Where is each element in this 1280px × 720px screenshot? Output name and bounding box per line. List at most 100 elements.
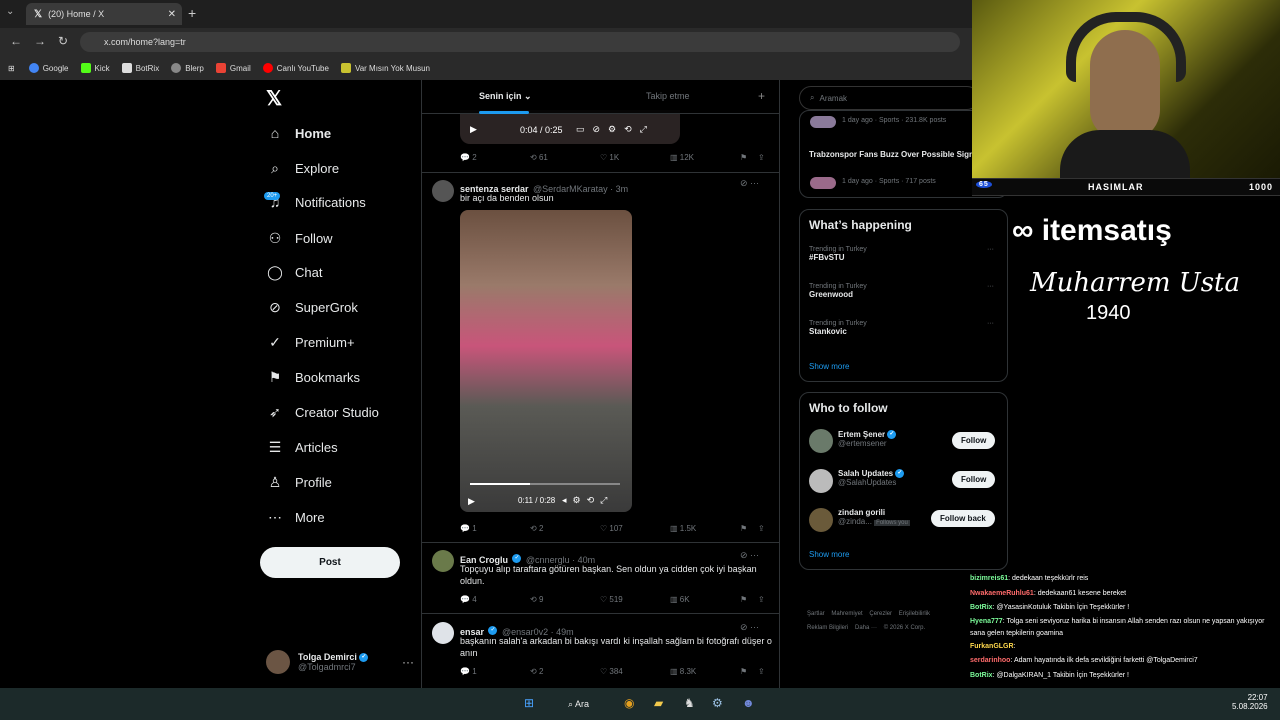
- more-dots-icon[interactable]: ···: [987, 283, 994, 290]
- share-icon[interactable]: ⇪: [758, 153, 765, 162]
- like-button[interactable]: ♡ 1K: [600, 153, 670, 162]
- add-tab-icon[interactable]: +: [758, 89, 765, 103]
- bookmark-icon[interactable]: ⚑: [740, 667, 758, 676]
- views-button[interactable]: ▥ 1.5K: [670, 524, 740, 533]
- tab-for-you[interactable]: Senin için ⌄: [479, 91, 532, 102]
- app-icon[interactable]: ♞: [684, 696, 695, 710]
- search-input[interactable]: ⌕ Aramak: [799, 86, 979, 110]
- nav-chat[interactable]: ◯ Chat: [266, 262, 322, 282]
- x-logo-icon[interactable]: 𝕏: [266, 86, 282, 111]
- bookmark-vmym[interactable]: Var Mısın Yok Musun: [340, 63, 430, 73]
- tab-menu-icon[interactable]: ⌄: [6, 6, 14, 17]
- nav-profile[interactable]: ♙ Profile: [266, 472, 332, 492]
- reply-button[interactable]: 💬 1: [460, 524, 530, 533]
- bookmark-kick[interactable]: Kick: [80, 63, 110, 73]
- grok-icon[interactable]: ⊘ ···: [740, 550, 759, 561]
- reply-button[interactable]: 💬 4: [460, 595, 530, 604]
- nav-home[interactable]: ⌂ Home: [266, 123, 331, 143]
- nav-bookmarks[interactable]: ⚑ Bookmarks: [266, 367, 360, 387]
- browser-tab[interactable]: 𝕏 (20) Home / X ✕: [26, 3, 182, 25]
- footer-link[interactable]: Reklam Bilgileri: [807, 625, 848, 631]
- taskbar-search[interactable]: ⌕ Ara: [568, 699, 589, 710]
- avatar[interactable]: [809, 508, 833, 532]
- more-dots-icon[interactable]: ···: [402, 655, 414, 669]
- nav-follow[interactable]: ⚇ Follow: [266, 228, 333, 248]
- views-button[interactable]: ▥ 12K: [670, 153, 740, 162]
- footer-link[interactable]: Daha ···: [855, 625, 877, 631]
- follow-name[interactable]: zindan gorili: [838, 508, 910, 517]
- more-dots-icon[interactable]: ···: [987, 320, 994, 327]
- video-controls-icon[interactable]: ◂⚙⟲⤢: [562, 495, 613, 506]
- repost-button[interactable]: ⟲ 2: [530, 667, 600, 676]
- like-button[interactable]: ♡ 107: [600, 524, 670, 533]
- bookmark-gmail[interactable]: Gmail: [215, 63, 251, 73]
- nav-articles[interactable]: ☰ Articles: [266, 437, 338, 457]
- reload-icon[interactable]: ↻: [58, 34, 68, 48]
- footer-link[interactable]: Şartlar: [807, 611, 825, 617]
- play-icon[interactable]: ▶: [468, 496, 475, 507]
- forward-icon[interactable]: →: [34, 34, 46, 48]
- bookmark-youtube[interactable]: Canlı YouTube: [262, 63, 329, 73]
- grok-icon[interactable]: ⊘ ···: [740, 622, 759, 633]
- repost-button[interactable]: ⟲ 61: [530, 153, 600, 162]
- reply-button[interactable]: 💬 1: [460, 667, 530, 676]
- bookmark-icon[interactable]: ⚑: [740, 524, 758, 533]
- tab-close-icon[interactable]: ✕: [168, 9, 176, 20]
- views-button[interactable]: ▥ 6K: [670, 595, 740, 604]
- start-icon[interactable]: ⊞: [524, 696, 534, 710]
- like-button[interactable]: ♡ 384: [600, 667, 670, 676]
- news-title[interactable]: Trabzonspor Fans Buzz Over Possible Sign…: [809, 149, 989, 160]
- show-more-link[interactable]: Show more: [809, 362, 849, 371]
- discord-icon[interactable]: ☻: [742, 696, 755, 710]
- nav-premium[interactable]: ✓ Premium+: [266, 332, 354, 352]
- back-icon[interactable]: ←: [10, 34, 22, 48]
- trend-item[interactable]: Trending in Turkey #FBvSTU: [809, 246, 867, 262]
- play-icon[interactable]: ▶: [470, 124, 477, 135]
- apps-icon[interactable]: ⊞: [8, 64, 15, 73]
- footer-link[interactable]: Mahremiyet: [831, 611, 862, 617]
- account-switcher[interactable]: Tolga Demirci ✓ @Tolgadmrci7 ···: [266, 648, 414, 676]
- follow-name[interactable]: Ertem Şener: [838, 430, 885, 439]
- follow-back-button[interactable]: Follow back: [931, 510, 995, 527]
- steam-icon[interactable]: ⚙: [712, 696, 723, 710]
- bookmark-google[interactable]: Google: [28, 63, 69, 73]
- nav-notifications[interactable]: ♫ Notifications: [266, 192, 366, 212]
- avatar[interactable]: [432, 550, 454, 572]
- views-button[interactable]: ▥ 8.3K: [670, 667, 740, 676]
- share-icon[interactable]: ⇪: [758, 524, 765, 533]
- show-more-link[interactable]: Show more: [809, 550, 849, 559]
- trend-item[interactable]: Trending in Turkey Stankovic: [809, 320, 867, 336]
- url-field[interactable]: x.com/home?lang=tr: [80, 32, 960, 52]
- like-button[interactable]: ♡ 519: [600, 595, 670, 604]
- follow-button[interactable]: Follow: [952, 471, 996, 488]
- bookmark-icon[interactable]: ⚑: [740, 153, 758, 162]
- more-dots-icon[interactable]: ···: [987, 246, 994, 253]
- nav-explore[interactable]: ⌕ Explore: [266, 158, 339, 178]
- avatar[interactable]: [809, 429, 833, 453]
- chrome-icon[interactable]: ◉: [624, 696, 634, 710]
- share-icon[interactable]: ⇪: [758, 667, 765, 676]
- repost-button[interactable]: ⟲ 9: [530, 595, 600, 604]
- nav-creator-studio[interactable]: ➶ Creator Studio: [266, 402, 379, 422]
- reply-button[interactable]: 💬 2: [460, 153, 530, 162]
- bookmark-blerp[interactable]: Blerp: [171, 63, 204, 73]
- nav-supergrok[interactable]: ⊘ SuperGrok: [266, 297, 358, 317]
- avatar[interactable]: [432, 180, 454, 202]
- trend-item[interactable]: Trending in Turkey Greenwood: [809, 283, 867, 299]
- nav-more[interactable]: ⋯ More: [266, 507, 325, 527]
- bookmark-icon[interactable]: ⚑: [740, 595, 758, 604]
- tab-following[interactable]: Takip etme: [646, 91, 690, 101]
- post-button[interactable]: Post: [260, 547, 400, 578]
- share-icon[interactable]: ⇪: [758, 595, 765, 604]
- follow-button[interactable]: Follow: [952, 432, 996, 449]
- avatar[interactable]: [809, 469, 833, 493]
- clock[interactable]: 22:07 5.08.2026: [1232, 693, 1268, 711]
- folder-icon[interactable]: ▰: [654, 696, 663, 710]
- avatar[interactable]: [432, 622, 454, 644]
- footer-link[interactable]: Erişilebilirlik: [899, 611, 930, 617]
- new-tab-icon[interactable]: +: [188, 5, 196, 21]
- video-controls-icon[interactable]: ▭⊘⚙⟲⤢: [576, 124, 655, 135]
- follow-name[interactable]: Salah Updates: [838, 469, 893, 478]
- repost-button[interactable]: ⟲ 2: [530, 524, 600, 533]
- grok-icon[interactable]: ⊘ ···: [740, 178, 759, 189]
